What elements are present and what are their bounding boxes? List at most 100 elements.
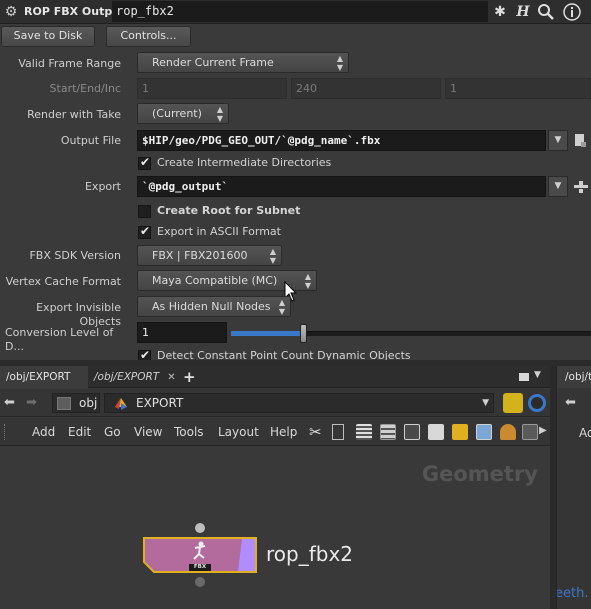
right-menu-add[interactable]: Ad: [579, 425, 591, 441]
export-dropdown[interactable]: ▼: [548, 176, 568, 197]
menu-view[interactable]: View: [134, 418, 162, 446]
menu-arrows-icon: ▲ ▼: [216, 105, 224, 123]
search-icon[interactable]: [536, 2, 556, 22]
menu-arrows-icon: ▲ ▼: [278, 298, 286, 316]
fbx-sdk-version-value: FBX | FBX201600: [152, 249, 248, 262]
conversion-level-slider-fill: [231, 331, 301, 336]
wrench-icon[interactable]: ✂: [309, 424, 325, 440]
create-intermediate-dirs-label: Create Intermediate Directories: [157, 156, 332, 169]
create-intermediate-dirs-checkbox[interactable]: ✔: [138, 155, 151, 170]
checkmark-icon: ✔: [140, 224, 151, 238]
list-view-icon[interactable]: [356, 424, 372, 440]
sync-icon[interactable]: [528, 394, 546, 412]
node-output-connector[interactable]: [195, 577, 205, 587]
path-current-field[interactable]: EXPORT ▼: [104, 393, 494, 413]
node-type-label: ROP FBX Output: [24, 5, 126, 18]
export-ascii-checkbox[interactable]: ✔: [138, 224, 151, 239]
tab-obj-export-2[interactable]: /obj/EXPORT ✕: [88, 366, 180, 388]
subnet-icon: [113, 396, 129, 412]
menu-arrows-icon: ▲ ▼: [269, 247, 277, 265]
menu-tools[interactable]: Tools: [174, 418, 204, 446]
detect-constant-label: Detect Constant Point Count Dynamic Obje…: [157, 349, 411, 360]
pin-icon[interactable]: [503, 393, 523, 413]
menu-add[interactable]: Add: [32, 418, 55, 446]
output-file-label: Output File: [60, 134, 121, 147]
node-type-icon: ⚙: [4, 4, 18, 20]
pane-menu-arrow-icon[interactable]: ▼: [534, 370, 541, 380]
network-path-bar: ⬅ ➡ obj EXPORT ▼: [0, 389, 591, 417]
sticky-view-icon[interactable]: [428, 424, 444, 440]
toolbar-more-arrow-icon[interactable]: ▶: [539, 425, 547, 436]
right-network-pane: /obj/t ⬅ Ad eeth.: [556, 366, 591, 609]
path-root-button[interactable]: obj: [52, 393, 100, 413]
chevron-down-icon[interactable]: ▼: [482, 396, 489, 411]
path-root-label: obj: [79, 396, 98, 410]
render-with-take-label: Render with Take: [27, 108, 121, 121]
houdini-h-icon[interactable]: H: [513, 2, 533, 22]
node-name-field[interactable]: rop_fbx2: [112, 1, 488, 22]
right-back-arrow-icon[interactable]: ⬅: [565, 395, 576, 410]
image-icon[interactable]: [476, 424, 492, 440]
back-arrow-icon[interactable]: ⬅: [4, 395, 15, 411]
obj-context-icon: [57, 397, 71, 410]
right-snippet-text: eeth.: [556, 586, 589, 601]
right-tab[interactable]: /obj/t: [557, 366, 591, 388]
export-invisible-objects-value: As Hidden Null Nodes: [152, 300, 271, 313]
forward-arrow-icon[interactable]: ➡: [26, 395, 37, 411]
export-invisible-objects-menu[interactable]: As Hidden Null Nodes ▲ ▼: [137, 296, 291, 317]
info-icon[interactable]: [562, 2, 582, 22]
node-name-label: rop_fbx2: [266, 542, 354, 566]
file-chooser-icon[interactable]: [573, 133, 587, 148]
toolbar-grip: [4, 424, 7, 440]
add-tab-icon[interactable]: +: [183, 368, 199, 386]
rop-fbx-node[interactable]: FBX: [142, 536, 258, 574]
fbx-badge: FBX: [189, 564, 211, 571]
controls-button[interactable]: Controls...: [106, 26, 191, 47]
valid-frame-range-menu[interactable]: Render Current Frame ▲ ▼: [137, 52, 349, 73]
fbx-sdk-version-menu[interactable]: FBX | FBX201600 ▲ ▼: [137, 245, 282, 266]
table-view-icon[interactable]: [380, 424, 396, 440]
network-box-icon[interactable]: [500, 424, 516, 440]
start-end-inc-label: Start/End/Inc: [49, 82, 121, 95]
sticky-note-icon[interactable]: [452, 424, 468, 440]
output-file-field[interactable]: $HIP/geo/PDG_GEO_OUT/`@pdg_name`.fbx: [137, 130, 546, 151]
dots-icon[interactable]: [522, 424, 538, 440]
detect-constant-checkbox[interactable]: ✔: [138, 348, 151, 360]
network-editor[interactable]: Geometry FBX rop_fbx2: [0, 447, 550, 609]
export-field[interactable]: `@pdg_output`: [137, 176, 546, 197]
vertex-cache-format-value: Maya Compatible (MC): [152, 274, 278, 287]
increment-field[interactable]: 1: [445, 78, 591, 99]
path-current-label: EXPORT: [136, 396, 184, 410]
conversion-level-label: Conversion Level of D...: [5, 326, 114, 353]
conversion-level-field[interactable]: 1: [137, 322, 227, 343]
create-root-for-subnet-label: Create Root for Subnet: [157, 204, 301, 217]
conversion-level-slider-handle[interactable]: [300, 324, 307, 343]
menu-arrows-icon: ▲ ▼: [304, 272, 312, 290]
menu-go[interactable]: Go: [104, 418, 121, 446]
output-file-dropdown[interactable]: ▼: [548, 130, 568, 151]
vertex-cache-format-label: Vertex Cache Format: [5, 275, 121, 288]
node-chooser-icon[interactable]: [573, 179, 589, 194]
export-label: Export: [84, 180, 121, 193]
create-root-for-subnet-checkbox[interactable]: [138, 205, 151, 218]
menu-help[interactable]: Help: [270, 418, 297, 446]
menu-edit[interactable]: Edit: [68, 418, 91, 446]
menu-layout[interactable]: Layout: [218, 418, 259, 446]
gear-icon[interactable]: ✱: [490, 2, 510, 22]
close-icon[interactable]: ✕: [167, 372, 175, 383]
fbx-node-icon: [190, 540, 210, 562]
end-frame-field[interactable]: 240: [291, 78, 441, 99]
tab-obj-export-active[interactable]: /obj/EXPORT: [0, 366, 88, 388]
tree-view-icon[interactable]: [332, 424, 344, 440]
parameter-list: Valid Frame Range Render Current Frame ▲…: [0, 48, 591, 360]
network-tab-bar: /obj/EXPORT /obj/EXPORT ✕ + ▼: [0, 366, 591, 388]
valid-frame-range-value: Render Current Frame: [152, 56, 274, 69]
save-to-disk-button[interactable]: Save to Disk: [1, 26, 95, 47]
context-watermark: Geometry: [421, 462, 538, 486]
grid-view-icon[interactable]: [404, 424, 420, 440]
node-input-connector[interactable]: [195, 523, 205, 533]
start-frame-field[interactable]: 1: [137, 78, 287, 99]
maximize-pane-icon[interactable]: [519, 373, 529, 381]
checkmark-icon: ✔: [140, 155, 151, 169]
render-with-take-menu[interactable]: (Current) ▲ ▼: [137, 103, 229, 124]
